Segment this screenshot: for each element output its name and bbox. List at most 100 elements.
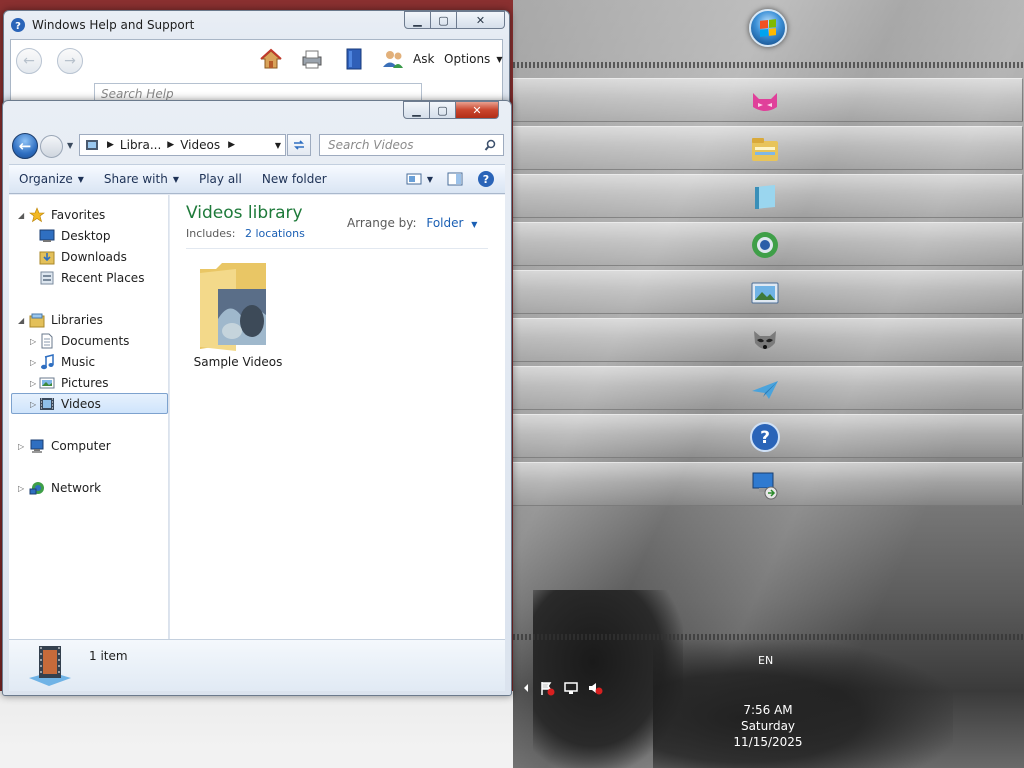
nav-item-libraries[interactable]: ◢ Libraries [9, 310, 167, 330]
file-item-sample-videos[interactable]: Sample Videos [190, 255, 286, 375]
clock-time: 7:56 AM [743, 703, 793, 717]
forward-button[interactable] [40, 135, 63, 158]
raccoon-icon [754, 331, 776, 349]
nav-item-network[interactable]: ▷ Network [9, 478, 167, 498]
chevron-down-icon: ▼ [496, 54, 503, 64]
nav-item-videos[interactable]: ▷ Videos [9, 394, 167, 414]
recent-pages-icon[interactable]: ▼ [67, 141, 73, 150]
address-bar[interactable]: ▶ Libra... ▶ Videos ▶ ▼ [79, 134, 286, 156]
file-explorer-icon [752, 138, 778, 161]
help-ask-button[interactable]: Ask [381, 47, 434, 71]
taskbar-button-8[interactable]: ? [513, 414, 1023, 458]
preview-pane-button[interactable] [439, 172, 471, 186]
help-options-label: Options [444, 52, 491, 66]
tray-divider [513, 634, 1024, 640]
collapse-arrow-icon[interactable]: ◢ [18, 316, 24, 325]
organize-button[interactable]: Organize ▼ [9, 172, 94, 186]
back-button[interactable]: ← [12, 133, 38, 159]
start-button[interactable] [749, 9, 787, 47]
clock-date: 11/15/2025 [733, 735, 803, 749]
includes-locations-link[interactable]: 2 locations [245, 227, 305, 240]
nav-item-documents[interactable]: ▷ Documents [9, 331, 167, 351]
explorer-minimize-button[interactable]: ▁ [403, 101, 430, 119]
taskbar-button-7[interactable] [513, 366, 1023, 410]
help-home-button[interactable] [259, 47, 283, 71]
action-center-flag-icon[interactable] [539, 680, 555, 696]
expand-arrow-icon[interactable]: ▷ [30, 337, 36, 346]
help-maximize-button[interactable]: ▢ [431, 11, 457, 29]
nav-label-favorites: Favorites [51, 208, 106, 222]
nav-item-downloads[interactable]: Downloads [9, 247, 167, 267]
nav-item-pictures[interactable]: ▷ Pictures [9, 373, 167, 393]
chevron-down-icon: ▼ [172, 174, 179, 184]
svg-text:?: ? [483, 173, 489, 186]
organize-label: Organize [19, 172, 73, 186]
help-window-caption-buttons: ▁ ▢ ✕ [404, 11, 505, 29]
nav-item-desktop[interactable]: Desktop [9, 226, 167, 246]
explorer-maximize-button[interactable]: ▢ [430, 101, 456, 119]
breadcrumb-separator-icon[interactable]: ▶ [107, 140, 114, 150]
expand-arrow-icon[interactable]: ▷ [18, 442, 24, 451]
help-browse-button[interactable] [342, 47, 366, 71]
help-close-button[interactable]: ✕ [457, 11, 505, 29]
expand-arrow-icon[interactable]: ▷ [18, 484, 24, 493]
breadcrumb-separator-icon[interactable]: ▶ [167, 140, 174, 150]
explorer-caption-buttons: ▁ ▢ ✕ [403, 101, 499, 119]
taskbar-button-6[interactable] [513, 318, 1023, 362]
nav-label-pictures: Pictures [61, 376, 109, 390]
network-status-icon[interactable] [563, 680, 579, 696]
folder-icon [200, 263, 266, 351]
expand-arrow-icon[interactable]: ▷ [30, 379, 36, 388]
help-forward-button[interactable]: → [57, 48, 83, 74]
help-search-placeholder: Search Help [101, 87, 174, 101]
taskbar-button-9[interactable] [513, 462, 1023, 506]
breadcrumb-separator-icon[interactable]: ▶ [228, 140, 235, 150]
videos-icon [40, 398, 54, 410]
refresh-button[interactable] [287, 134, 311, 156]
nav-item-recent-places[interactable]: Recent Places [9, 268, 167, 288]
nav-item-favorites[interactable]: ◢ Favorites [9, 205, 167, 225]
help-options-button[interactable]: Options ▼ [444, 47, 502, 71]
address-dropdown-icon[interactable]: ▼ [275, 141, 281, 150]
nav-label-documents: Documents [61, 334, 130, 348]
explorer-window: ▁ ▢ ✕ ← ▼ ▶ Libra... ▶ Videos ▶ ▼ Search… [2, 100, 512, 696]
taskbar-button-5[interactable] [513, 270, 1023, 314]
taskbar-divider [513, 62, 1024, 68]
breadcrumb-videos[interactable]: Videos [180, 138, 220, 152]
star-icon [29, 207, 45, 223]
expand-arrow-icon[interactable]: ▷ [30, 358, 36, 367]
nav-item-music[interactable]: ▷ Music [9, 352, 167, 372]
search-icon[interactable] [484, 139, 497, 152]
help-window-title: Windows Help and Support [32, 18, 195, 32]
svg-text:?: ? [760, 428, 770, 448]
header-divider [186, 248, 488, 249]
chevron-down-icon[interactable]: ▼ [427, 175, 433, 184]
taskbar-button-4[interactable] [513, 222, 1023, 266]
collapse-arrow-icon[interactable]: ◢ [18, 211, 24, 220]
show-hidden-icons-icon[interactable] [521, 680, 531, 696]
new-folder-button[interactable]: New folder [252, 172, 337, 186]
taskbar-clock[interactable]: 7:56 AM Saturday 11/15/2025 [733, 702, 803, 750]
taskbar-button-2[interactable] [513, 126, 1023, 170]
share-with-button[interactable]: Share with ▼ [94, 172, 189, 186]
help-minimize-button[interactable]: ▁ [404, 11, 431, 29]
help-back-button[interactable]: ← [16, 48, 42, 74]
explorer-close-button[interactable]: ✕ [456, 101, 499, 119]
taskbar-button-1[interactable] [513, 78, 1023, 122]
breadcrumb-libraries[interactable]: Libra... [120, 138, 161, 152]
language-indicator[interactable]: EN [758, 654, 773, 667]
library-title: Videos library [186, 203, 303, 223]
explorer-help-button[interactable]: ? [471, 170, 505, 188]
change-view-button[interactable]: ▼ [400, 172, 439, 186]
help-print-button[interactable] [300, 47, 324, 71]
help-icon: ? [750, 422, 780, 452]
volume-muted-icon[interactable] [587, 680, 603, 696]
taskbar-button-3[interactable] [513, 174, 1023, 218]
arrange-by-dropdown[interactable]: Folder ▼ [426, 216, 477, 230]
nav-item-computer[interactable]: ▷ Computer [9, 436, 167, 456]
expand-arrow-icon[interactable]: ▷ [30, 400, 36, 409]
recent-places-icon [40, 271, 54, 285]
search-input[interactable]: Search Videos [319, 134, 504, 156]
play-all-button[interactable]: Play all [189, 172, 252, 186]
computer-icon [30, 439, 44, 453]
